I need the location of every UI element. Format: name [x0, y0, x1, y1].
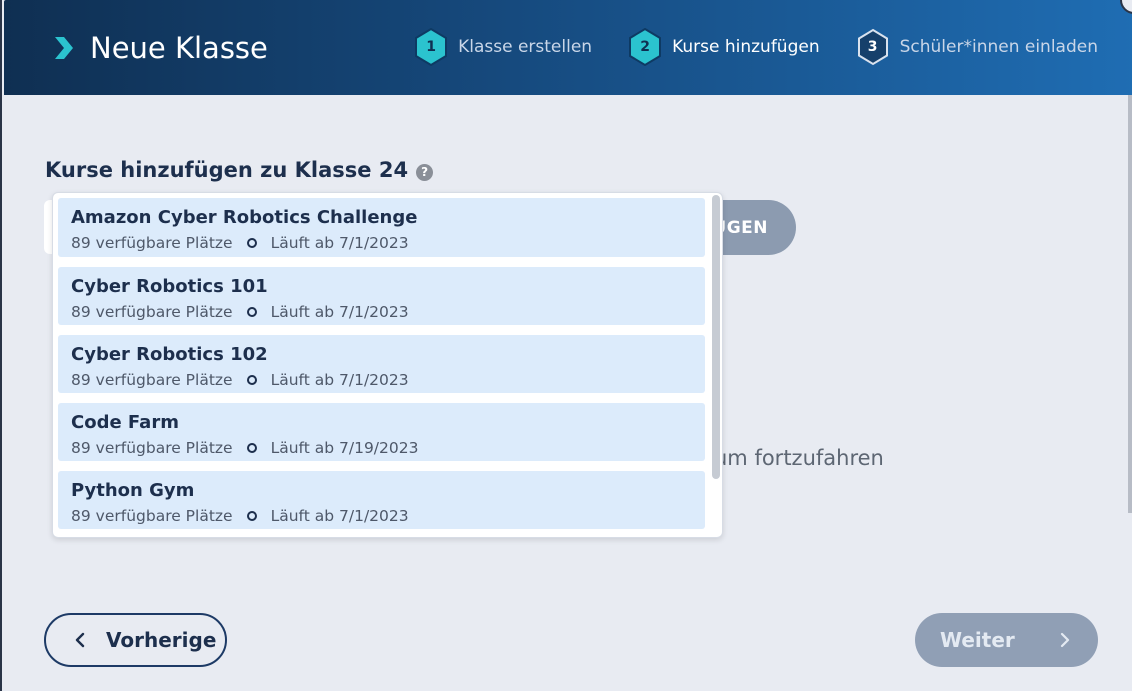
help-icon[interactable]: ? — [416, 163, 434, 181]
page-scrollbar[interactable] — [1128, 95, 1132, 513]
course-dropdown: Amazon Cyber Robotics Challenge 89 verfü… — [52, 192, 723, 538]
step-number-badge: 3 — [856, 28, 890, 66]
chevron-right-icon — [1060, 632, 1069, 648]
corner-decoration — [1120, 0, 1132, 14]
step-klasse-erstellen: 1 Klasse erstellen — [414, 28, 592, 66]
course-option-python-gym[interactable]: Python Gym 89 verfügbare Plätze Läuft ab… — [58, 471, 705, 529]
course-meta: 89 verfügbare Plätze Läuft ab 7/1/2023 — [71, 371, 692, 389]
chevron-right-icon — [55, 37, 73, 59]
course-seats: 89 verfügbare Plätze — [71, 507, 233, 525]
course-seats: 89 verfügbare Plätze — [71, 303, 233, 321]
empty-state-hint: um fortzufahren — [714, 446, 884, 470]
separator-dot-icon — [246, 307, 257, 317]
course-runs: Läuft ab 7/1/2023 — [270, 371, 409, 389]
previous-button[interactable]: Vorherige — [44, 613, 227, 667]
course-runs: Läuft ab 7/1/2023 — [270, 303, 409, 321]
step-schueler-einladen: 3 Schüler*innen einladen — [856, 28, 1098, 66]
separator-dot-icon — [246, 511, 257, 521]
stepper: 1 Klasse erstellen 2 Kurse hinzufügen 3 … — [414, 28, 1098, 66]
course-meta: 89 verfügbare Plätze Läuft ab 7/1/2023 — [71, 507, 692, 525]
course-meta: 89 verfügbare Plätze Läuft ab 7/19/2023 — [71, 439, 692, 457]
course-list: Amazon Cyber Robotics Challenge 89 verfü… — [58, 198, 705, 537]
next-button-label: Weiter — [940, 628, 1015, 652]
course-runs: Läuft ab 7/19/2023 — [270, 439, 419, 457]
course-runs: Läuft ab 7/1/2023 — [270, 234, 409, 252]
page-title: Neue Klasse — [90, 31, 268, 65]
step-kurse-hinzufuegen: 2 Kurse hinzufügen — [628, 28, 820, 66]
section-heading: Kurse hinzufügen zu Klasse 24 ? — [45, 158, 434, 182]
course-option-code-farm[interactable]: Code Farm 89 verfügbare Plätze Läuft ab … — [58, 403, 705, 461]
step-label: Kurse hinzufügen — [672, 37, 820, 57]
header: Neue Klasse 1 Klasse erstellen 2 Kurse h… — [4, 0, 1132, 95]
separator-dot-icon — [246, 443, 257, 453]
course-option-amazon-cyber-robotics-challenge[interactable]: Amazon Cyber Robotics Challenge 89 verfü… — [58, 198, 705, 257]
header-title-group: Neue Klasse — [52, 30, 268, 66]
course-option-cyber-robotics-102[interactable]: Cyber Robotics 102 89 verfügbare Plätze … — [58, 335, 705, 393]
app-frame: Neue Klasse 1 Klasse erstellen 2 Kurse h… — [0, 0, 1132, 691]
step-label: Klasse erstellen — [458, 37, 593, 57]
course-name: Cyber Robotics 101 — [71, 276, 268, 297]
dropdown-scrollbar[interactable] — [712, 195, 720, 479]
course-seats: 89 verfügbare Plätze — [71, 371, 233, 389]
course-seats: 89 verfügbare Plätze — [71, 439, 233, 457]
course-name: Amazon Cyber Robotics Challenge — [71, 207, 418, 228]
course-meta: 89 verfügbare Plätze Läuft ab 7/1/2023 — [71, 303, 692, 321]
course-runs: Läuft ab 7/1/2023 — [270, 507, 409, 525]
course-name: Cyber Robotics 102 — [71, 344, 268, 365]
step-number-badge: 2 — [628, 28, 662, 66]
step-number-badge: 1 — [414, 28, 448, 66]
course-seats: 89 verfügbare Plätze — [71, 234, 233, 252]
course-meta: 89 verfügbare Plätze Läuft ab 7/1/2023 — [71, 234, 692, 252]
chevron-left-icon — [75, 632, 85, 648]
previous-button-label: Vorherige — [106, 628, 217, 652]
next-button[interactable]: Weiter — [915, 613, 1098, 667]
step-label: Schüler*innen einladen — [899, 37, 1098, 57]
separator-dot-icon — [246, 375, 257, 385]
course-option-cyber-robotics-101[interactable]: Cyber Robotics 101 89 verfügbare Plätze … — [58, 267, 705, 325]
course-name: Code Farm — [71, 412, 179, 433]
separator-dot-icon — [246, 238, 257, 248]
course-name: Python Gym — [71, 480, 195, 501]
